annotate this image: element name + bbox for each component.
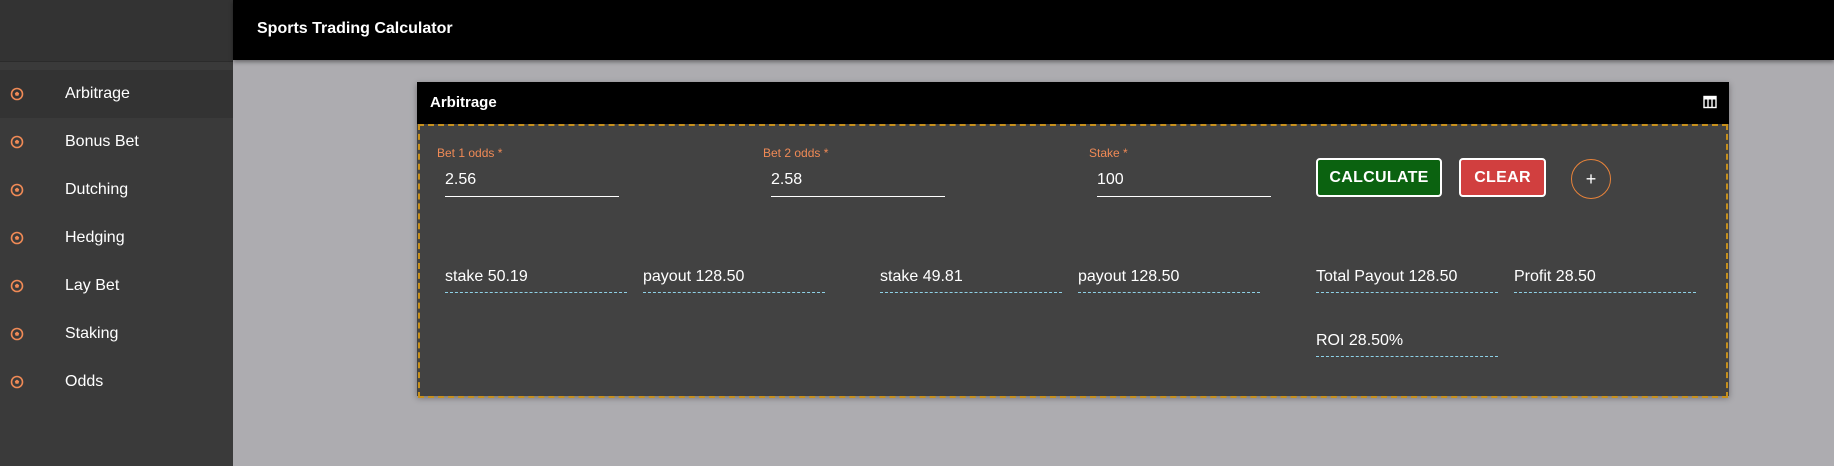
sidebar-item-arbitrage[interactable]: Arbitrage xyxy=(0,70,233,118)
table-icon[interactable] xyxy=(1703,95,1717,109)
stake1-result: stake 50.19 xyxy=(445,263,627,293)
payout1-result: payout 128.50 xyxy=(643,263,825,293)
profit-result: Profit 28.50 xyxy=(1514,263,1696,293)
bet2-odds-input[interactable] xyxy=(771,168,945,197)
stake-input[interactable] xyxy=(1097,168,1271,197)
top-app-bar: Sports Trading Calculator xyxy=(233,0,1834,60)
soccer-ball-icon xyxy=(10,135,24,149)
soccer-ball-icon xyxy=(10,183,24,197)
card-header: Arbitrage xyxy=(417,82,1729,124)
soccer-ball-icon xyxy=(10,231,24,245)
bet2-odds-label: Bet 2 odds * xyxy=(763,146,829,160)
calculate-button[interactable]: CALCULATE xyxy=(1316,158,1442,197)
clear-button[interactable]: CLEAR xyxy=(1459,158,1546,197)
soccer-ball-icon xyxy=(10,327,24,341)
bet1-odds-label: Bet 1 odds * xyxy=(437,146,503,160)
roi-result: ROI 28.50% xyxy=(1316,327,1498,357)
card-title: Arbitrage xyxy=(430,94,497,111)
sidebar-item-hedging[interactable]: Hedging xyxy=(0,214,233,262)
sidebar: Arbitrage Bonus Bet Dutching Hedging Lay… xyxy=(0,0,233,466)
soccer-ball-icon xyxy=(10,375,24,389)
total-payout-result: Total Payout 128.50 xyxy=(1316,263,1498,293)
sidebar-item-label: Lay Bet xyxy=(65,277,120,294)
sidebar-item-odds[interactable]: Odds xyxy=(0,358,233,406)
sidebar-item-label: Hedging xyxy=(65,229,125,246)
stake-label: Stake * xyxy=(1089,146,1128,160)
arbitrage-card: Arbitrage Bet 1 odds * Bet 2 odds * Stak… xyxy=(417,82,1729,398)
sidebar-item-label: Odds xyxy=(65,373,104,390)
sidebar-item-label: Dutching xyxy=(65,181,129,198)
sidebar-item-dutching[interactable]: Dutching xyxy=(0,166,233,214)
sidebar-item-label: Staking xyxy=(65,325,119,342)
add-button[interactable]: + xyxy=(1571,159,1611,199)
sidebar-item-lay-bet[interactable]: Lay Bet xyxy=(0,262,233,310)
soccer-ball-icon xyxy=(10,279,24,293)
sidebar-item-bonus-bet[interactable]: Bonus Bet xyxy=(0,118,233,166)
app-title: Sports Trading Calculator xyxy=(257,20,453,37)
sidebar-item-label: Bonus Bet xyxy=(65,133,139,150)
stake2-result: stake 49.81 xyxy=(880,263,1062,293)
sidebar-item-label: Arbitrage xyxy=(65,85,130,102)
card-body: Bet 1 odds * Bet 2 odds * Stake * CALCUL… xyxy=(418,124,1728,398)
payout2-result: payout 128.50 xyxy=(1078,263,1260,293)
soccer-ball-icon xyxy=(10,87,24,101)
sidebar-nav: Arbitrage Bonus Bet Dutching Hedging Lay… xyxy=(0,70,233,406)
sidebar-item-staking[interactable]: Staking xyxy=(0,310,233,358)
bet1-odds-input[interactable] xyxy=(445,168,619,197)
sidebar-header xyxy=(0,0,233,62)
